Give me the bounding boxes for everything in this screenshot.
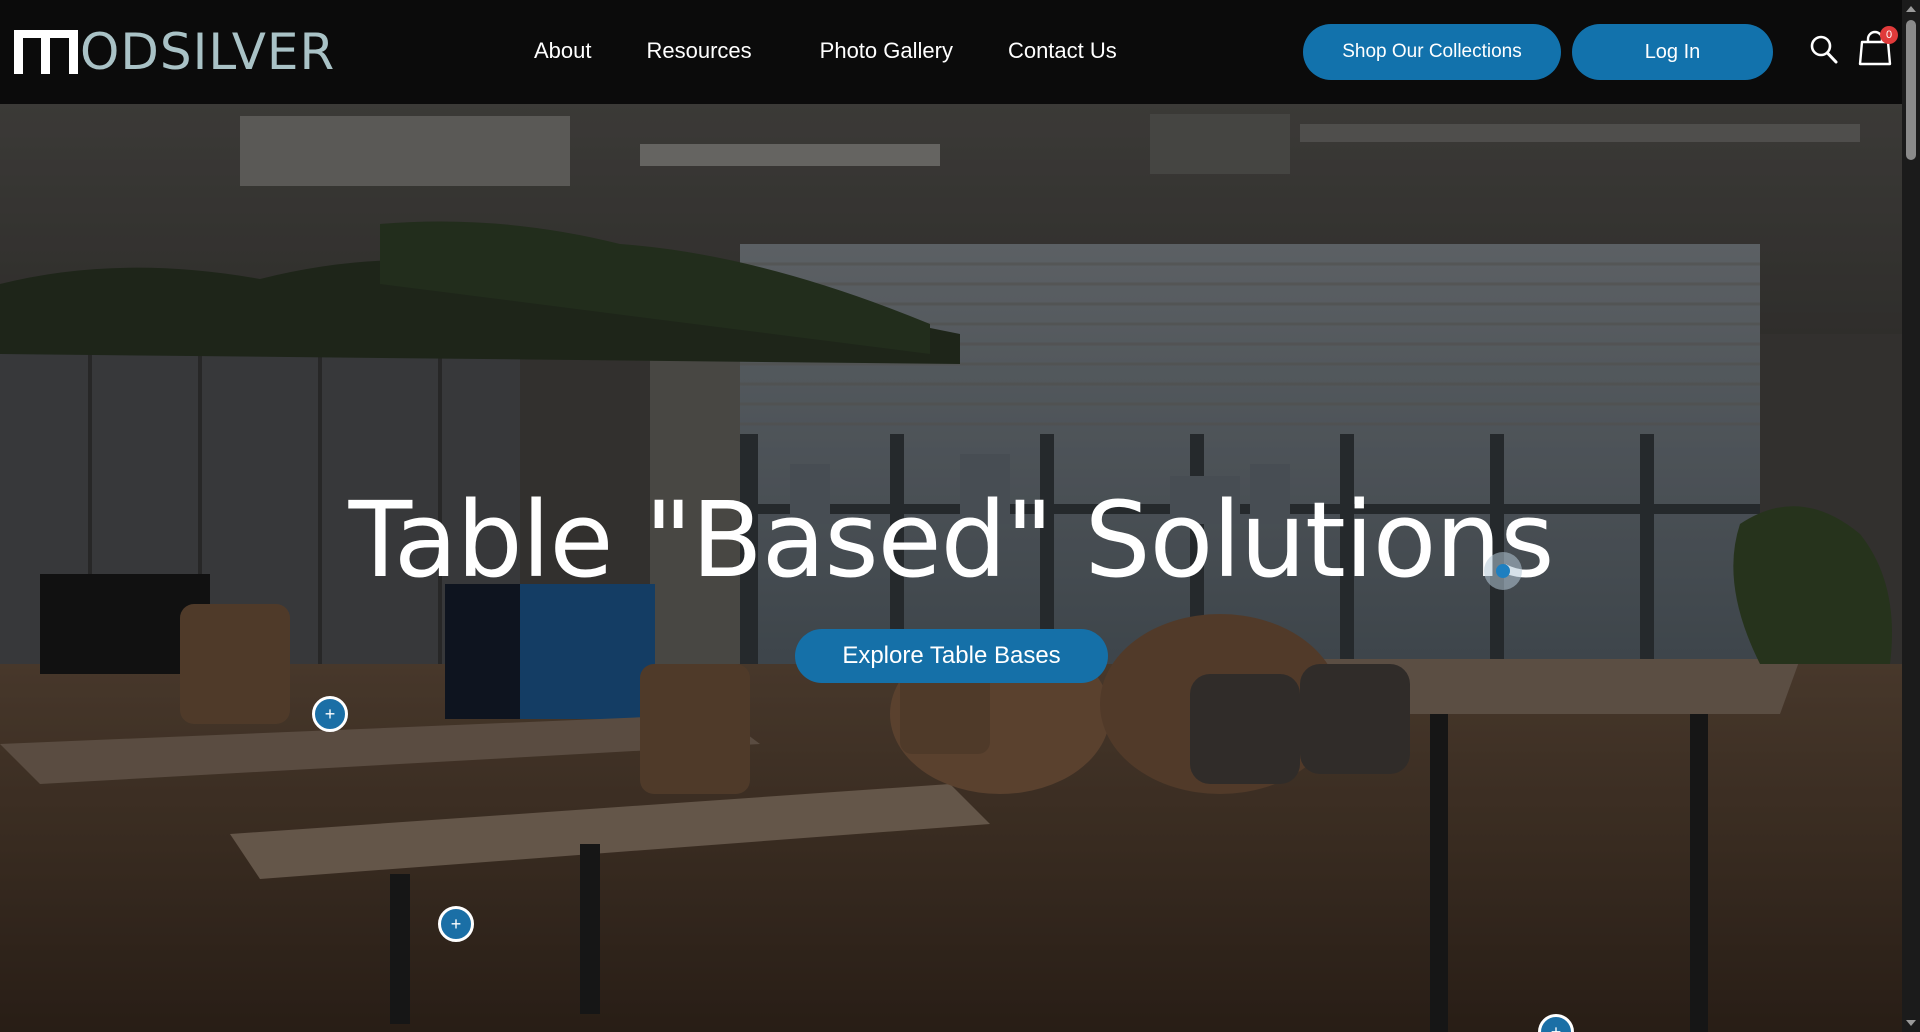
nav-contact-us[interactable]: Contact Us <box>1008 38 1117 64</box>
site-logo[interactable]: ODSILVER <box>14 23 336 81</box>
page-scrollbar[interactable] <box>1902 0 1920 1032</box>
nav-resources[interactable]: Resources <box>647 38 752 64</box>
site-header: ODSILVER About Resources Photo Gallery C… <box>0 0 1902 104</box>
logo-text: ODSILVER <box>80 23 336 81</box>
product-hotspot-2[interactable]: + <box>438 906 474 942</box>
hero-title: Table "Based" Solutions <box>348 479 1555 601</box>
hero-section: Table "Based" Solutions Explore Table Ba… <box>0 104 1902 1032</box>
cursor-indicator <box>1484 552 1522 590</box>
scroll-up-arrow-icon[interactable] <box>1906 6 1916 12</box>
shop-collections-button[interactable]: Shop Our Collections <box>1303 24 1561 80</box>
login-button[interactable]: Log In <box>1572 24 1773 80</box>
page: ODSILVER About Resources Photo Gallery C… <box>0 0 1920 1032</box>
explore-table-bases-button[interactable]: Explore Table Bases <box>795 629 1108 683</box>
scrollbar-thumb[interactable] <box>1906 20 1916 160</box>
nav-photo-gallery[interactable]: Photo Gallery <box>820 38 953 64</box>
shopping-bag-icon[interactable]: 0 <box>1858 26 1898 66</box>
main-nav: About Resources Photo Gallery Contact Us <box>534 30 1172 72</box>
nav-about[interactable]: About <box>534 38 592 64</box>
cart-count-badge: 0 <box>1880 26 1898 44</box>
product-hotspot-1[interactable]: + <box>312 696 348 732</box>
search-icon[interactable] <box>1809 34 1839 66</box>
scroll-down-arrow-icon[interactable] <box>1906 1020 1916 1026</box>
modsilver-m-logo-icon <box>14 30 78 74</box>
